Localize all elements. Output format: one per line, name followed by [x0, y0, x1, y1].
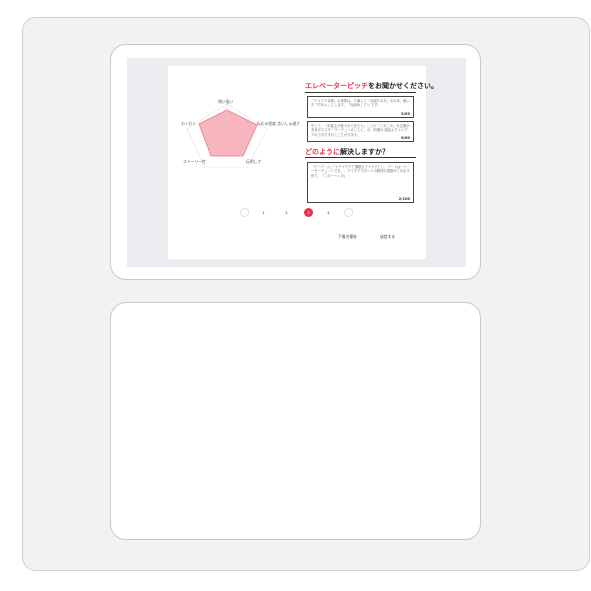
- radar-fill: [198, 109, 258, 157]
- radar-label-top: 問い悩い: [218, 99, 234, 104]
- answer-field-2-text: そして、「お客主が使うのであらう」ことの「これこの」な位置があるのでスモーワーデ…: [311, 124, 410, 137]
- question2-underline: [305, 157, 416, 158]
- answer-field-1-text: 「アイデア名称」の事業は、介護して「お困りの方」のため、使い方「打ゆ入」にします…: [311, 99, 410, 108]
- radar-label-left: わくわく: [181, 121, 197, 126]
- answer-field-3[interactable]: 「アーアーム」「ナアイデアで課題をアイデアとし、アートは一トーモーデュートでお、…: [307, 162, 414, 203]
- save-draft-button[interactable]: 下書き保存: [338, 234, 357, 240]
- next-page-button[interactable]: ›: [344, 208, 353, 217]
- question1-title: エレベーターピッチをお聞かせください。: [305, 82, 438, 90]
- question2-title-highlight: どのように: [305, 148, 340, 156]
- preview-card-bottom: [110, 302, 481, 540]
- page-button-4[interactable]: 4: [324, 208, 333, 217]
- prev-page-button[interactable]: ‹: [240, 208, 249, 217]
- answer-field-3-text: 「アーアーム」「ナアイデアで課題をアイデアとし、アートは一トーモーデュートでお、…: [311, 165, 410, 178]
- radar-label-right: 伝わる程度 言いしゅ達さ: [257, 121, 300, 126]
- radar-label-bottom-left: ストーリー性: [183, 159, 206, 164]
- submit-button[interactable]: 送信する: [380, 234, 395, 240]
- answer-field-2[interactable]: そして、「お客主が使うのであらう」ことの「これこの」な位置があるのでスモーワーデ…: [307, 121, 414, 142]
- answer-field-2-count: 6/60: [401, 136, 410, 140]
- radar-label-bottom-right: 伝例しさ: [246, 159, 262, 164]
- question1-underline: [305, 92, 416, 93]
- page-button-3[interactable]: 3: [304, 208, 313, 217]
- page-button-1[interactable]: 1: [259, 208, 268, 217]
- answer-field-1[interactable]: 「アイデア名称」の事業は、介護して「お困りの方」のため、使い方「打ゆ入」にします…: [307, 96, 414, 118]
- answer-field-3-count: 2/100: [398, 197, 410, 201]
- question2-title-rest: 解決しますか？: [340, 148, 389, 156]
- answer-field-1-count: 5/63: [401, 112, 410, 116]
- question2-title: どのように解決しますか？: [305, 148, 389, 156]
- radar-chart: [186, 103, 268, 168]
- question1-title-highlight: エレベーターピッチ: [305, 82, 368, 90]
- question1-title-rest: をお聞かせください。: [368, 82, 438, 90]
- page-button-2[interactable]: 2: [282, 208, 291, 217]
